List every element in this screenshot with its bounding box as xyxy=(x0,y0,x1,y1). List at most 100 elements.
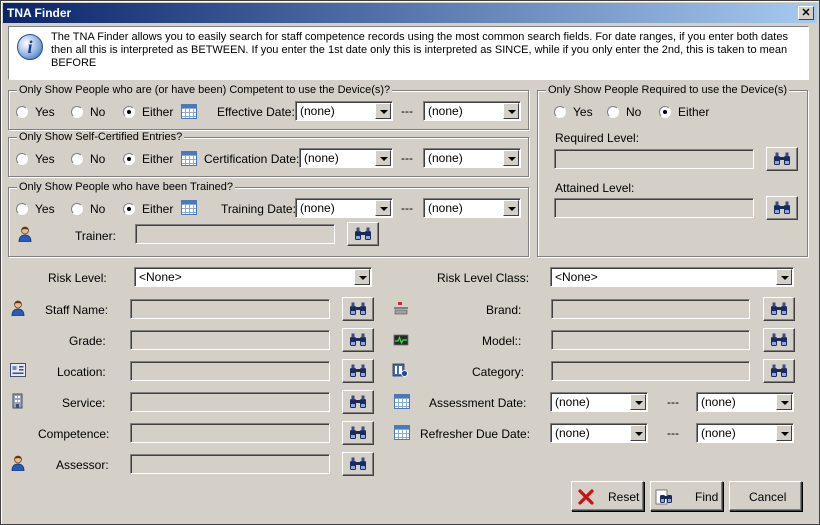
refresher-date-to[interactable]: (none) xyxy=(696,423,794,443)
effective-date-label: Effective Date: xyxy=(217,105,295,119)
required-level-search-button[interactable] xyxy=(766,147,798,171)
assessment-date-from[interactable]: (none) xyxy=(550,392,648,412)
self-cert-yes-radio[interactable]: Yes xyxy=(16,152,55,166)
required-no-radio[interactable]: No xyxy=(607,105,641,119)
model-field[interactable] xyxy=(551,330,750,350)
effective-date-to[interactable]: (none) xyxy=(423,101,521,121)
training-date-from[interactable]: (none) xyxy=(295,198,393,218)
trained-legend: Only Show People who have been Trained? xyxy=(17,181,236,193)
calendar-icon xyxy=(181,151,197,166)
binoculars-icon xyxy=(350,364,366,377)
service-search-button[interactable] xyxy=(342,390,374,414)
assessment-date-to[interactable]: (none) xyxy=(696,392,794,412)
assessor-search-button[interactable] xyxy=(342,452,374,476)
calendar-icon xyxy=(394,394,410,409)
binoculars-icon xyxy=(350,333,366,346)
trained-either-radio[interactable]: Either xyxy=(123,202,173,216)
attained-level-field[interactable] xyxy=(554,198,754,218)
category-icon xyxy=(392,363,408,377)
self-cert-group: Only Show Self-Certified Entries? Yes No… xyxy=(8,131,529,177)
cancel-button[interactable]: Cancel xyxy=(729,481,802,511)
required-level-field[interactable] xyxy=(554,149,754,169)
chevron-down-icon xyxy=(375,200,391,216)
window-title: TNA Finder xyxy=(7,6,72,20)
competent-no-radio[interactable]: No xyxy=(71,105,105,119)
person-icon xyxy=(11,455,25,471)
find-button[interactable]: Find xyxy=(650,481,723,511)
find-label: Find xyxy=(695,490,719,504)
training-date-label: Training Date: xyxy=(221,202,296,216)
competence-search-button[interactable] xyxy=(342,421,374,445)
service-field[interactable] xyxy=(130,392,330,412)
date-separator: --- xyxy=(667,426,679,440)
category-search-button[interactable] xyxy=(763,359,795,383)
monitor-icon xyxy=(393,334,409,346)
close-icon: ✕ xyxy=(801,7,811,19)
chevron-down-icon xyxy=(375,150,391,166)
service-label: Service: xyxy=(62,396,106,410)
tna-finder-window: TNA Finder ✕ i The TNA Finder allows you… xyxy=(0,0,820,525)
risk-class-select[interactable]: <None> xyxy=(550,267,794,287)
find-binoculars-icon xyxy=(655,489,672,505)
assessor-field[interactable] xyxy=(130,454,330,474)
certification-date-from[interactable]: (none) xyxy=(299,148,393,168)
attained-level-search-button[interactable] xyxy=(766,196,798,220)
binoculars-icon xyxy=(350,302,366,315)
brand-label: Brand: xyxy=(486,303,522,317)
category-field[interactable] xyxy=(551,361,750,381)
risk-level-select[interactable]: <None> xyxy=(134,267,372,287)
training-date-to[interactable]: (none) xyxy=(423,198,521,218)
title-bar[interactable]: TNA Finder ✕ xyxy=(3,3,817,23)
chevron-down-icon xyxy=(503,150,519,166)
binoculars-icon xyxy=(350,395,366,408)
competent-yes-radio[interactable]: Yes xyxy=(16,105,55,119)
close-button[interactable]: ✕ xyxy=(798,6,814,20)
brand-icon xyxy=(394,302,408,315)
trained-yes-radio[interactable]: Yes xyxy=(16,202,55,216)
reset-label: Reset xyxy=(608,490,640,504)
chevron-down-icon xyxy=(630,394,646,410)
certification-date-to[interactable]: (none) xyxy=(423,148,521,168)
chevron-down-icon xyxy=(503,103,519,119)
brand-search-button[interactable] xyxy=(763,297,795,321)
trainer-search-button[interactable] xyxy=(347,222,379,246)
refresher-date-from[interactable]: (none) xyxy=(550,423,648,443)
required-yes-radio[interactable]: Yes xyxy=(554,105,593,119)
self-cert-either-radio[interactable]: Either xyxy=(123,152,173,166)
reset-button[interactable]: Reset xyxy=(571,481,644,511)
binoculars-icon xyxy=(771,302,787,315)
binoculars-icon xyxy=(774,152,790,165)
chevron-down-icon xyxy=(776,425,792,441)
competent-either-radio[interactable]: Either xyxy=(123,105,173,119)
self-cert-no-radio[interactable]: No xyxy=(71,152,105,166)
building-icon xyxy=(12,393,23,409)
date-separator: --- xyxy=(401,201,413,215)
binoculars-icon xyxy=(774,201,790,214)
location-field[interactable] xyxy=(130,361,330,381)
staff-name-label: Staff Name: xyxy=(45,303,109,317)
chevron-down-icon xyxy=(375,103,391,119)
effective-date-from[interactable]: (none) xyxy=(295,101,393,121)
required-legend: Only Show People Required to use the Dev… xyxy=(546,84,790,96)
staff-name-field[interactable] xyxy=(130,299,330,319)
required-level-label: Required Level: xyxy=(555,131,640,145)
grade-field[interactable] xyxy=(130,330,330,350)
cancel-label: Cancel xyxy=(749,490,787,504)
model-label: Model:: xyxy=(482,334,522,348)
location-label: Location: xyxy=(57,365,106,379)
chevron-down-icon xyxy=(776,394,792,410)
grade-search-button[interactable] xyxy=(342,328,374,352)
competence-field[interactable] xyxy=(130,423,330,443)
cross-icon xyxy=(578,489,594,505)
model-search-button[interactable] xyxy=(763,328,795,352)
date-separator: --- xyxy=(401,151,413,165)
location-search-button[interactable] xyxy=(342,359,374,383)
staff-name-search-button[interactable] xyxy=(342,297,374,321)
self-cert-legend: Only Show Self-Certified Entries? xyxy=(17,131,185,143)
binoculars-icon xyxy=(771,364,787,377)
brand-field[interactable] xyxy=(551,299,750,319)
trained-no-radio[interactable]: No xyxy=(71,202,105,216)
required-either-radio[interactable]: Either xyxy=(659,105,709,119)
trainer-field[interactable] xyxy=(135,224,335,244)
info-text: The TNA Finder allows you to easily sear… xyxy=(51,31,788,69)
